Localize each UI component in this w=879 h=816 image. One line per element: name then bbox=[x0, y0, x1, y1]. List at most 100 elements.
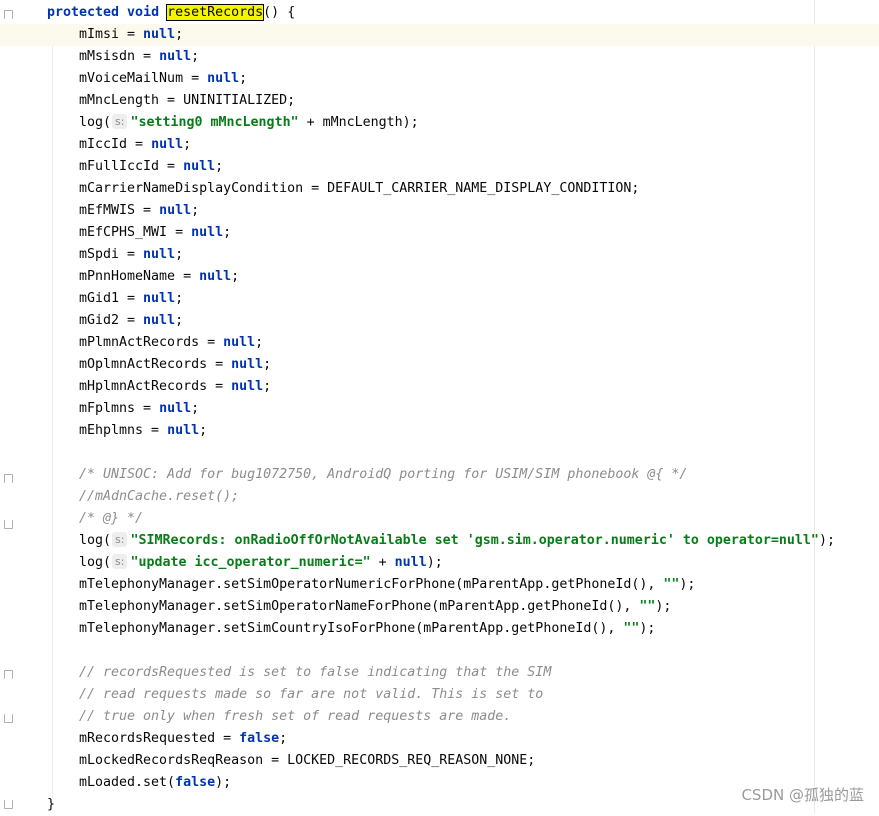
code-line[interactable]: mEhplmns = null; bbox=[0, 420, 879, 442]
code-token: mLockedRecordsReqReason = LOCKED_RECORDS… bbox=[79, 753, 536, 768]
code-token: ; bbox=[223, 225, 232, 240]
code-token: null bbox=[207, 71, 240, 86]
code-token: ; bbox=[191, 203, 200, 218]
code-line[interactable]: mTelephonyManager.setSimOperatorNumericF… bbox=[0, 574, 879, 596]
code-line[interactable]: mPlmnActRecords = null; bbox=[0, 332, 879, 354]
code-line[interactable]: mTelephonyManager.setSimOperatorNameForP… bbox=[0, 596, 879, 618]
code-text: mGid2 = null; bbox=[79, 310, 183, 332]
fold-open-icon[interactable] bbox=[4, 10, 13, 19]
code-text: mTelephonyManager.setSimOperatorNumericF… bbox=[79, 574, 695, 596]
code-token: mLoaded.set( bbox=[79, 775, 176, 790]
code-line[interactable]: mCarrierNameDisplayCondition = DEFAULT_C… bbox=[0, 178, 879, 200]
code-line[interactable] bbox=[0, 640, 879, 662]
code-token: null bbox=[143, 27, 176, 42]
code-token: mGid1 = bbox=[79, 291, 144, 306]
code-token: mImsi = bbox=[79, 27, 144, 42]
code-text: log(s: "setting0 mMncLength" + mMncLength… bbox=[79, 112, 419, 134]
code-token: ; bbox=[255, 335, 264, 350]
code-token: "update icc_operator_numeric=" bbox=[130, 555, 371, 570]
code-token: mVoiceMailNum = bbox=[79, 71, 208, 86]
code-line[interactable]: protected void resetRecords() { bbox=[0, 2, 879, 24]
code-text: mPnnHomeName = null; bbox=[79, 266, 239, 288]
fold-open-icon[interactable] bbox=[4, 670, 13, 679]
code-token: null bbox=[159, 49, 192, 64]
code-token: ; bbox=[279, 731, 288, 746]
code-line[interactable]: mFplmns = null; bbox=[0, 398, 879, 420]
code-token: protected void bbox=[47, 5, 168, 20]
code-token: ); bbox=[426, 555, 443, 570]
fold-close-icon[interactable] bbox=[4, 714, 13, 723]
code-token: null bbox=[143, 291, 176, 306]
code-line[interactable]: log(s: "setting0 mMncLength" + mMncLength… bbox=[0, 112, 879, 134]
parameter-hint: s: bbox=[112, 114, 128, 129]
code-token: mTelephonyManager.setSimOperatorNumericF… bbox=[79, 577, 664, 592]
code-token: ); bbox=[655, 599, 672, 614]
code-text: mMsisdn = null; bbox=[79, 46, 199, 68]
highlighted-method-name: resetRecords bbox=[166, 4, 265, 21]
code-line[interactable]: log(s: "update icc_operator_numeric=" + n… bbox=[0, 552, 879, 574]
code-text: // read requests made so far are not val… bbox=[79, 684, 543, 706]
code-token: // recordsRequested is set to false indi… bbox=[79, 665, 552, 680]
code-line[interactable]: mLockedRecordsReqReason = LOCKED_RECORDS… bbox=[0, 750, 879, 772]
code-token: mPnnHomeName = bbox=[79, 269, 200, 284]
code-token: mMsisdn = bbox=[79, 49, 160, 64]
code-token: null bbox=[159, 401, 192, 416]
code-line[interactable]: mMsisdn = null; bbox=[0, 46, 879, 68]
code-line[interactable]: /* UNISOC: Add for bug1072750, AndroidQ … bbox=[0, 464, 879, 486]
code-line[interactable]: mRecordsRequested = false; bbox=[0, 728, 879, 750]
code-line[interactable]: mImsi = null; bbox=[0, 24, 879, 46]
code-token: ; bbox=[175, 27, 184, 42]
code-token: mTelephonyManager.setSimOperatorNameForP… bbox=[79, 599, 640, 614]
code-editor[interactable]: protected void resetRecords() {mImsi = n… bbox=[0, 0, 879, 813]
code-text: mEfCPHS_MWI = null; bbox=[79, 222, 231, 244]
code-token: null bbox=[231, 379, 264, 394]
code-line[interactable]: mHplmnActRecords = null; bbox=[0, 376, 879, 398]
fold-close-icon[interactable] bbox=[4, 520, 13, 529]
code-line[interactable]: log(s: "SIMRecords: onRadioOffOrNotAvaila… bbox=[0, 530, 879, 552]
code-token: null bbox=[167, 423, 200, 438]
code-token: "SIMRecords: onRadioOffOrNotAvailable se… bbox=[130, 533, 819, 548]
code-token: null bbox=[199, 269, 232, 284]
code-token: mCarrierNameDisplayCondition = DEFAULT_C… bbox=[79, 181, 640, 196]
code-line[interactable]: // true only when fresh set of read requ… bbox=[0, 706, 879, 728]
code-line[interactable]: mSpdi = null; bbox=[0, 244, 879, 266]
code-line[interactable]: mEfMWIS = null; bbox=[0, 200, 879, 222]
code-token: ); bbox=[818, 533, 835, 548]
code-token: false bbox=[239, 731, 280, 746]
fold-open-icon[interactable] bbox=[4, 474, 13, 483]
code-line[interactable]: mMncLength = UNINITIALIZED; bbox=[0, 90, 879, 112]
code-line[interactable]: mPnnHomeName = null; bbox=[0, 266, 879, 288]
code-line[interactable]: mOplmnActRecords = null; bbox=[0, 354, 879, 376]
code-line[interactable]: mIccId = null; bbox=[0, 134, 879, 156]
fold-close-icon[interactable] bbox=[4, 800, 13, 809]
code-token: mIccId = bbox=[79, 137, 152, 152]
code-line[interactable]: //mAdnCache.reset(); bbox=[0, 486, 879, 508]
code-line[interactable]: mVoiceMailNum = null; bbox=[0, 68, 879, 90]
code-token: ); bbox=[639, 621, 656, 636]
code-text: mLoaded.set(false); bbox=[79, 772, 231, 794]
code-token: log( bbox=[79, 555, 112, 570]
code-line[interactable]: /* @} */ bbox=[0, 508, 879, 530]
code-text: mEhplmns = null; bbox=[79, 420, 207, 442]
code-line[interactable]: mFullIccId = null; bbox=[0, 156, 879, 178]
code-text: mVoiceMailNum = null; bbox=[79, 68, 247, 90]
code-token: mHplmnActRecords = bbox=[79, 379, 232, 394]
code-line[interactable]: mTelephonyManager.setSimCountryIsoForPho… bbox=[0, 618, 879, 640]
code-text: mCarrierNameDisplayCondition = DEFAULT_C… bbox=[79, 178, 639, 200]
code-token: // read requests made so far are not val… bbox=[79, 687, 544, 702]
code-token: + mMncLength); bbox=[298, 115, 419, 130]
code-token: mMncLength = UNINITIALIZED; bbox=[79, 93, 296, 108]
code-text: // true only when fresh set of read requ… bbox=[79, 706, 511, 728]
code-token: ; bbox=[175, 247, 184, 262]
code-line[interactable]: mGid2 = null; bbox=[0, 310, 879, 332]
code-token: mEfCPHS_MWI = bbox=[79, 225, 192, 240]
code-line[interactable]: // recordsRequested is set to false indi… bbox=[0, 662, 879, 684]
code-text: mImsi = null; bbox=[79, 24, 183, 46]
code-line[interactable]: mGid1 = null; bbox=[0, 288, 879, 310]
code-line[interactable]: // read requests made so far are not val… bbox=[0, 684, 879, 706]
code-line[interactable]: mEfCPHS_MWI = null; bbox=[0, 222, 879, 244]
code-line[interactable] bbox=[0, 442, 879, 464]
code-token: () { bbox=[263, 5, 296, 20]
code-token: ); bbox=[215, 775, 232, 790]
code-text: // recordsRequested is set to false indi… bbox=[79, 662, 551, 684]
